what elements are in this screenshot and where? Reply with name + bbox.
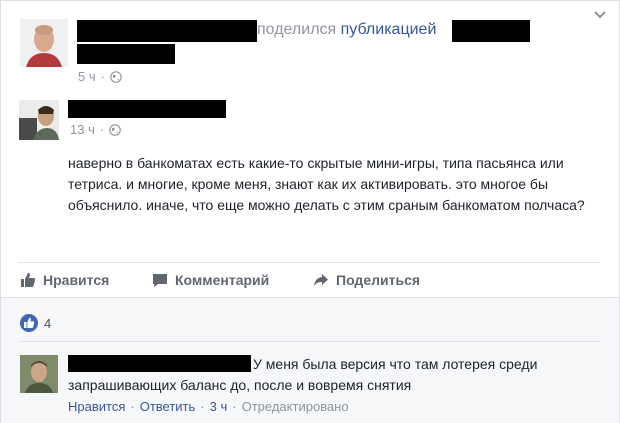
post-meta: 13 ч · xyxy=(70,122,122,137)
divider xyxy=(18,341,600,342)
share-button[interactable]: Поделиться xyxy=(313,272,420,288)
redacted-shared-target xyxy=(452,20,530,42)
divider xyxy=(18,262,600,263)
globe-icon[interactable] xyxy=(110,70,122,83)
redacted-shared-target-2 xyxy=(77,44,175,64)
commenter-avatar[interactable] xyxy=(20,355,58,393)
comment-body: У меня была версия что там лотерея среди… xyxy=(68,356,538,393)
comment-like-link[interactable]: Нравится xyxy=(68,399,125,414)
redacted-original-author xyxy=(68,100,226,118)
post-text: наверно в банкоматах есть какие-то скрыт… xyxy=(68,155,585,213)
comment-text: У меня была версия что там лотерея среди… xyxy=(68,354,568,396)
globe-icon[interactable] xyxy=(109,123,122,136)
comment-edited-label[interactable]: Отредактировано xyxy=(242,399,349,414)
shared-caption: поделился публикацией xyxy=(257,21,436,39)
share-label: Поделиться xyxy=(336,272,421,288)
post-actions: Нравится Комментарий Поделиться xyxy=(18,266,600,294)
comment-button[interactable]: Комментарий xyxy=(152,272,269,288)
comment-label: Комментарий xyxy=(175,272,270,288)
reactions-count: 4 xyxy=(44,315,52,331)
post-timestamp[interactable]: 13 ч xyxy=(70,122,95,137)
like-label: Нравится xyxy=(43,272,110,288)
header-meta: 5 ч · xyxy=(78,69,122,84)
shared-publication-link[interactable]: публикацией xyxy=(341,21,437,38)
comment-icon xyxy=(153,274,167,287)
reactions-summary[interactable]: 4 xyxy=(20,314,51,332)
share-icon xyxy=(314,274,328,286)
comment-reply-link[interactable]: Ответить xyxy=(140,399,196,414)
thumbs-up-icon xyxy=(21,273,36,287)
comment-actions: Нравится · Ответить · 3 ч · Отредактиров… xyxy=(68,399,349,414)
comment-timestamp[interactable]: 3 ч xyxy=(210,399,228,414)
like-button[interactable]: Нравится xyxy=(20,272,109,288)
redacted-author-name xyxy=(77,20,257,42)
shared-prefix: поделился xyxy=(257,21,337,38)
original-author-avatar[interactable] xyxy=(19,100,59,140)
header-timestamp[interactable]: 5 ч xyxy=(78,69,96,84)
chevron-down-icon[interactable] xyxy=(593,10,607,20)
author-avatar[interactable] xyxy=(20,19,68,67)
like-reaction-icon xyxy=(20,314,38,332)
